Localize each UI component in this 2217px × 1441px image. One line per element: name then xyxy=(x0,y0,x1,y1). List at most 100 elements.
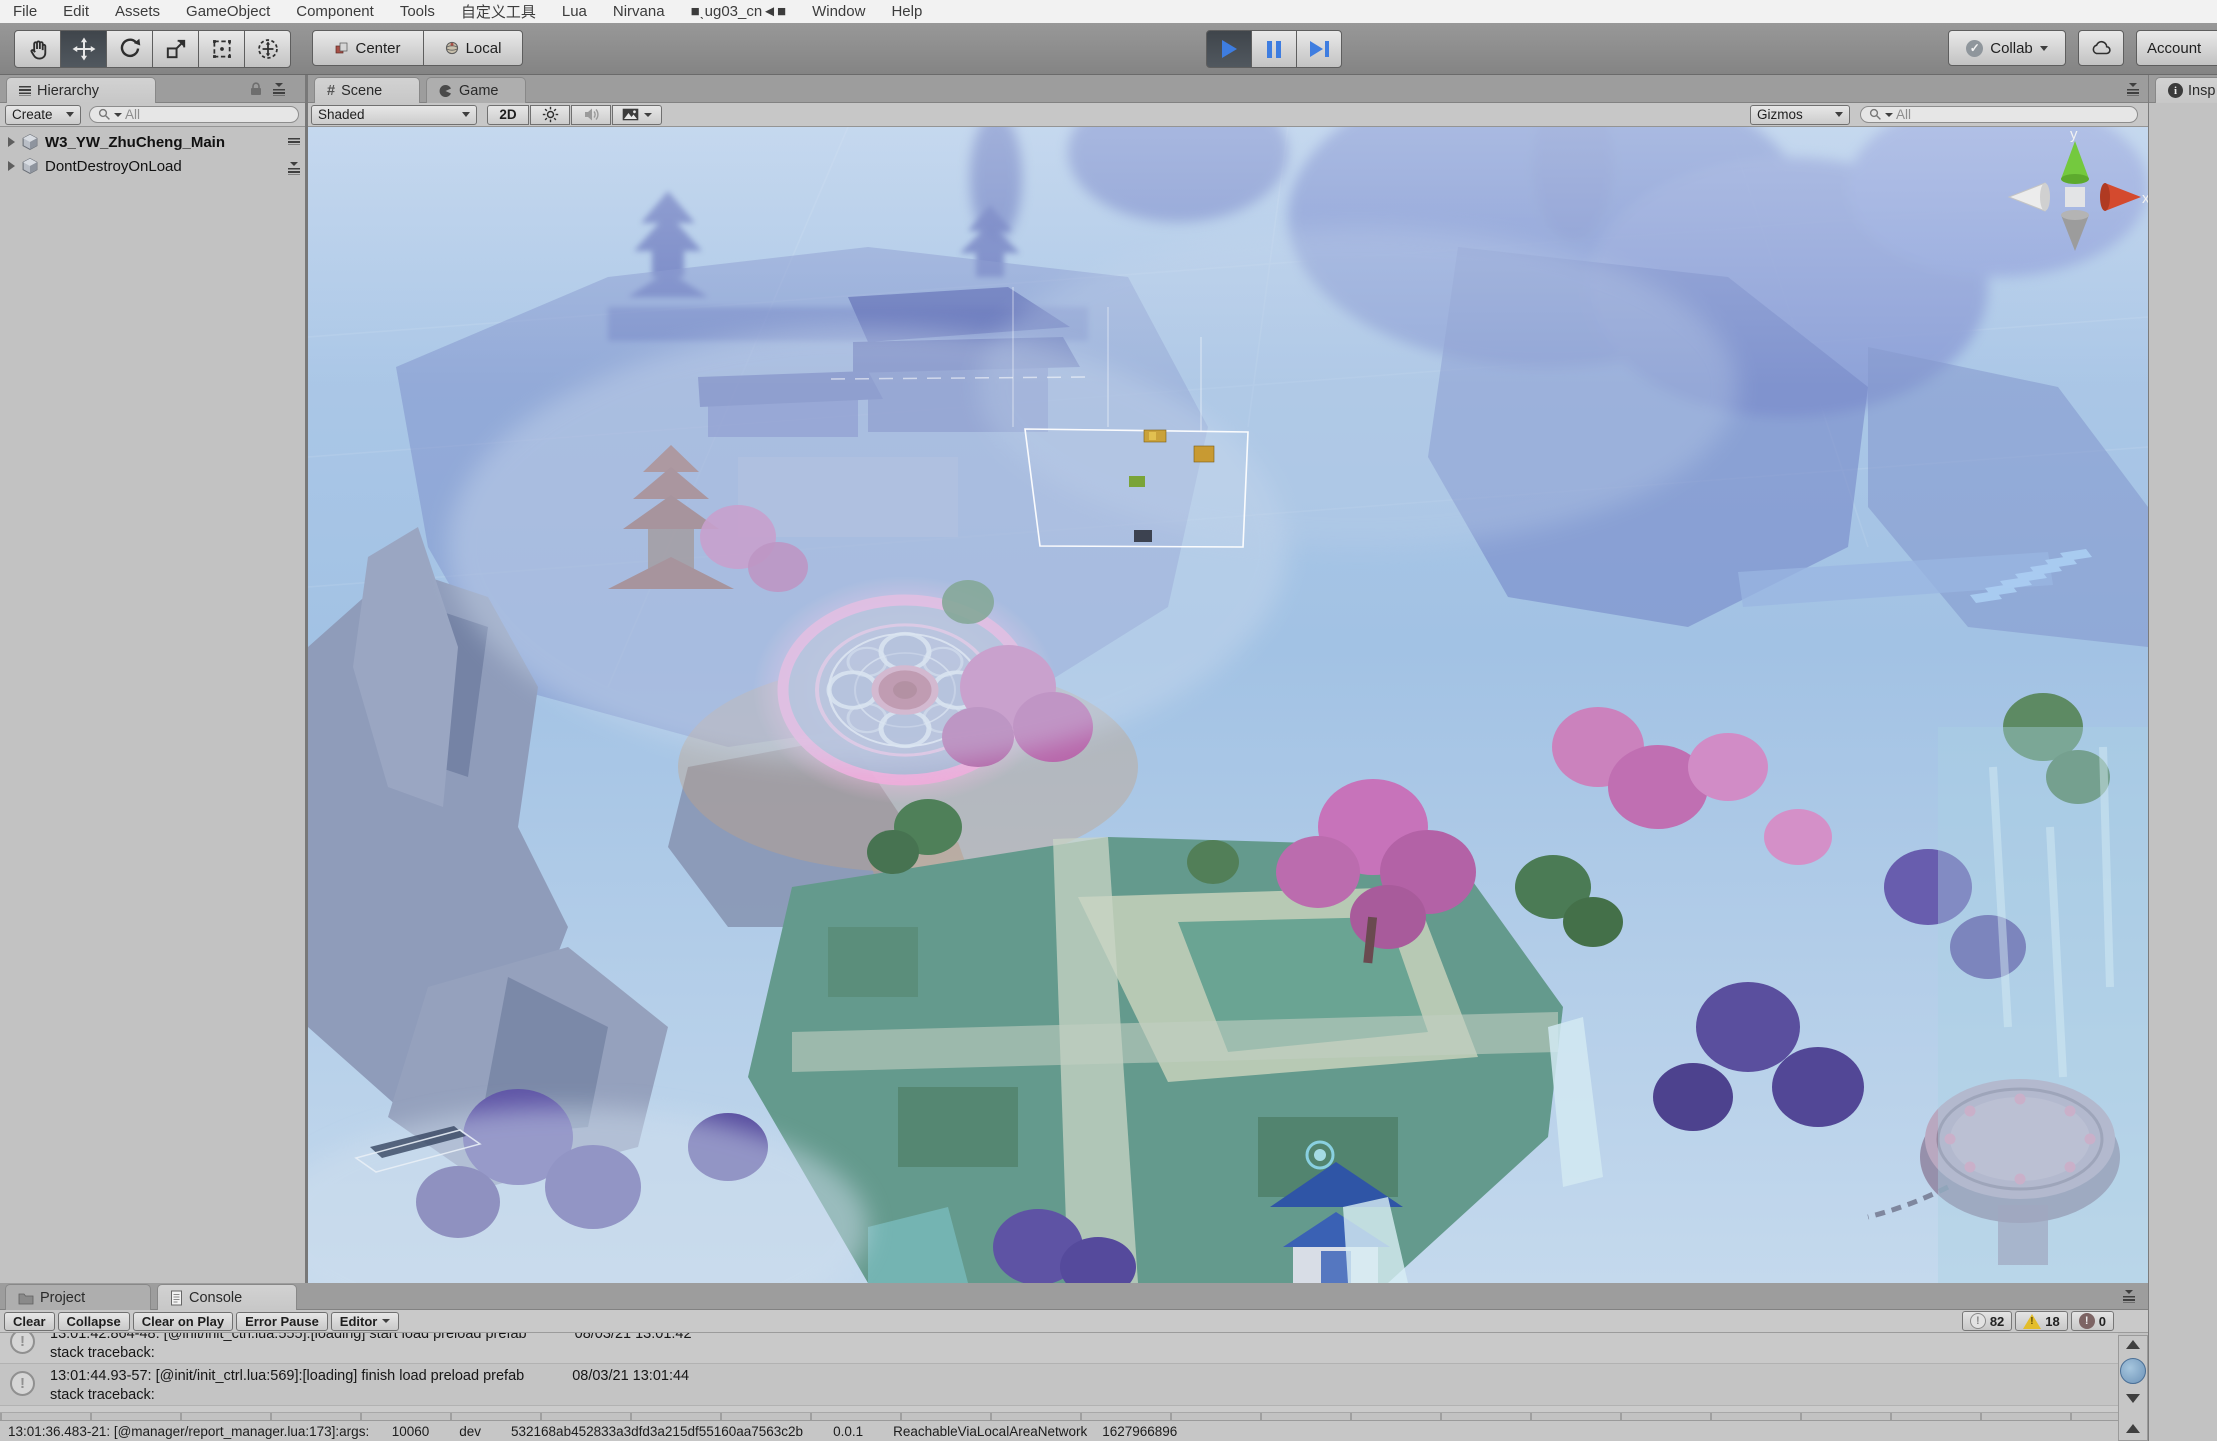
move-icon xyxy=(72,37,96,61)
hierarchy-panel-menu-icon[interactable] xyxy=(272,83,286,96)
console-vertical-scrollbar[interactable] xyxy=(2118,1335,2148,1441)
menu-bar: File Edit Assets GameObject Component To… xyxy=(0,0,2217,23)
space-local-button[interactable]: Local xyxy=(423,30,523,66)
step-button[interactable] xyxy=(1296,30,1342,68)
account-label: Account xyxy=(2147,40,2201,57)
menu-tools[interactable]: Tools xyxy=(387,0,448,23)
tab-console[interactable]: Console xyxy=(157,1284,297,1310)
transform-tool-icon xyxy=(256,37,280,61)
hierarchy-item-label: W3_YW_ZhuCheng_Main xyxy=(45,134,225,151)
error-count-toggle[interactable]: ! 0 xyxy=(2071,1311,2114,1331)
warning-count-toggle[interactable]: 18 xyxy=(2015,1311,2067,1331)
log-date: 08/03/21 13:01:42 xyxy=(575,1333,692,1342)
console-entry[interactable]: ! 13:01:42.864-48: [@init/init_ctrl.lua:… xyxy=(0,1333,2118,1364)
scroll-up-icon[interactable] xyxy=(2126,1340,2140,1349)
inspector-tabstrip: i Insp xyxy=(2149,75,2217,103)
2d-toggle-button[interactable]: 2D xyxy=(487,105,529,125)
console-counts: ! 82 18 ! 0 xyxy=(1962,1311,2114,1331)
play-icon xyxy=(1222,40,1237,58)
menu-custom-tools[interactable]: 自定义工具 xyxy=(448,0,549,23)
rotate-tool-button[interactable] xyxy=(106,30,153,68)
scale-tool-button[interactable] xyxy=(152,30,199,68)
scene-search-text: All xyxy=(1896,107,1911,122)
scrollbar-thumb[interactable] xyxy=(2120,1358,2146,1384)
clear-on-play-button[interactable]: Clear on Play xyxy=(133,1312,233,1331)
console-log-area: ! 13:01:42.864-48: [@init/init_ctrl.lua:… xyxy=(0,1333,2118,1412)
menu-window[interactable]: Window xyxy=(799,0,878,23)
document-icon xyxy=(170,1290,183,1306)
scroll-down-icon[interactable] xyxy=(2126,1394,2140,1403)
pause-button[interactable] xyxy=(1251,30,1297,68)
clear-button[interactable]: Clear xyxy=(4,1312,55,1331)
inspector-panel: i Insp xyxy=(2148,75,2217,1441)
hierarchy-tab-label: Hierarchy xyxy=(37,83,99,99)
tab-scene[interactable]: # Scene xyxy=(314,77,420,103)
cloud-button[interactable] xyxy=(2078,30,2124,66)
foldout-arrow-icon[interactable] xyxy=(8,137,15,147)
tab-game[interactable]: Game xyxy=(426,77,526,103)
lock-icon[interactable] xyxy=(248,81,264,97)
menu-nirvana[interactable]: Nirvana xyxy=(600,0,678,23)
scale-icon xyxy=(164,37,188,61)
hand-tool-button[interactable] xyxy=(14,30,61,68)
foldout-arrow-icon[interactable] xyxy=(8,161,15,171)
menu-ug03-cn[interactable]: ■ˎug03_cn◄■ xyxy=(678,0,800,23)
scene-toolbar-right: Gizmos All xyxy=(1750,105,2138,125)
collab-check-icon: ✓ xyxy=(1966,40,1983,57)
account-button[interactable]: Account xyxy=(2136,30,2217,66)
chevron-down-icon xyxy=(66,112,74,117)
collab-button[interactable]: ✓ Collab xyxy=(1948,30,2066,66)
rect-tool-button[interactable] xyxy=(198,30,245,68)
tab-hierarchy[interactable]: Hierarchy xyxy=(6,77,156,103)
scene-viewport[interactable]: y x xyxy=(308,127,2148,1283)
log-bubble-icon: ! xyxy=(10,1333,35,1354)
console-entry[interactable]: ! 13:01:44.93-57: [@init/init_ctrl.lua:5… xyxy=(0,1364,2118,1406)
cloud-icon xyxy=(2090,39,2112,57)
console-panel-menu-icon[interactable] xyxy=(2122,1290,2136,1303)
play-button[interactable] xyxy=(1206,30,1252,68)
console-panel: Project Console Clear Collapse Clear on … xyxy=(0,1283,2148,1441)
error-icon: ! xyxy=(2079,1313,2095,1329)
log-icon: ! xyxy=(1970,1313,1986,1329)
scene-search-input[interactable]: All xyxy=(1860,106,2138,123)
status-bar[interactable]: 13:01:36.483-21: [@manager/report_manage… xyxy=(0,1420,2118,1441)
audio-toggle-button[interactable] xyxy=(571,105,611,125)
chevron-down-icon xyxy=(1835,112,1843,117)
hierarchy-toolbar: Create All xyxy=(0,103,305,127)
tab-project[interactable]: Project xyxy=(5,1284,151,1310)
gizmos-dropdown[interactable]: Gizmos xyxy=(1750,105,1850,125)
menu-help[interactable]: Help xyxy=(878,0,935,23)
error-pause-button[interactable]: Error Pause xyxy=(236,1312,328,1331)
move-tool-button[interactable] xyxy=(60,30,107,68)
scene-panel-menu-icon[interactable] xyxy=(2126,83,2140,96)
menu-assets[interactable]: Assets xyxy=(102,0,173,23)
chevron-down-icon xyxy=(2040,46,2048,51)
warning-count: 18 xyxy=(2045,1314,2059,1329)
cloud-group xyxy=(2078,30,2124,66)
log-message: 13:01:44.93-57: [@init/init_ctrl.lua:569… xyxy=(50,1368,524,1384)
collapse-button[interactable]: Collapse xyxy=(58,1312,130,1331)
log-count-toggle[interactable]: ! 82 xyxy=(1962,1311,2012,1331)
editor-dropdown-button[interactable]: Editor xyxy=(331,1312,400,1331)
menu-gameobject[interactable]: GameObject xyxy=(173,0,283,23)
menu-lua[interactable]: Lua xyxy=(549,0,600,23)
effects-toggle-button[interactable] xyxy=(612,105,662,125)
sun-icon xyxy=(542,106,559,123)
menu-file[interactable]: File xyxy=(0,0,50,23)
tab-inspector[interactable]: i Insp xyxy=(2155,77,2217,103)
hierarchy-search-input[interactable]: All xyxy=(89,106,299,123)
pivot-center-button[interactable]: Center xyxy=(312,30,424,66)
account-group: Account xyxy=(2136,30,2217,66)
menu-edit[interactable]: Edit xyxy=(50,0,102,23)
lighting-toggle-button[interactable] xyxy=(530,105,570,125)
menu-component[interactable]: Component xyxy=(283,0,387,23)
folder-icon xyxy=(18,1291,34,1305)
shading-mode-dropdown[interactable]: Shaded xyxy=(311,105,477,125)
hierarchy-item-w3-yw-zhucheng-main[interactable]: W3_YW_ZhuCheng_Main xyxy=(0,130,305,154)
gameobject-cube-icon xyxy=(21,133,39,151)
hierarchy-item-dontdestroyonload[interactable]: DontDestroyOnLoad xyxy=(0,154,305,178)
console-horizontal-scrollbar[interactable] xyxy=(0,1412,2118,1420)
create-button[interactable]: Create xyxy=(5,105,81,125)
transform-tool-button[interactable] xyxy=(244,30,291,68)
scroll-up-icon[interactable] xyxy=(2126,1424,2140,1433)
